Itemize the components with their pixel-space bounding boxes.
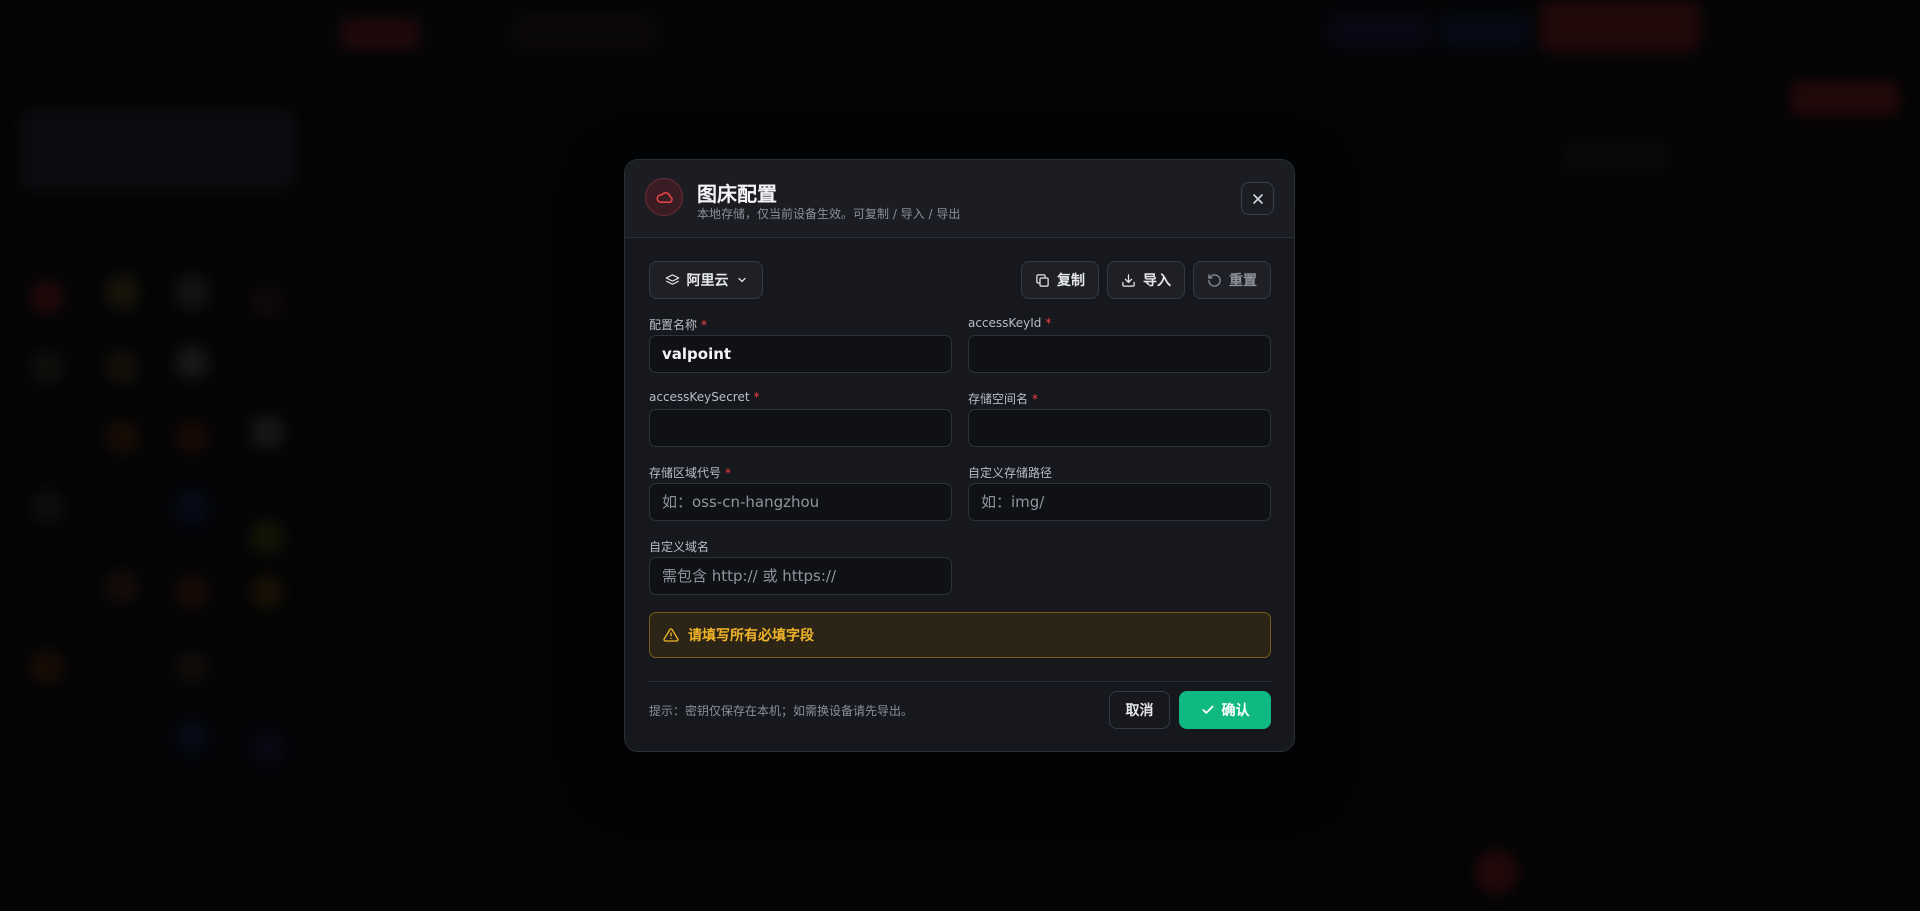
reset-button[interactable]: 重置 xyxy=(1193,261,1271,299)
bucket-name-input[interactable] xyxy=(968,409,1271,447)
layers-icon xyxy=(665,273,679,285)
image-host-config-dialog: 图床配置 本地存储，仅当前设备生效。可复制 / 导入 / 导出 阿里云 复制 导… xyxy=(624,159,1295,752)
download-icon xyxy=(1122,273,1135,287)
cancel-button[interactable]: 取消 xyxy=(1109,691,1170,729)
copy-icon xyxy=(1036,273,1049,287)
dialog-title: 图床配置 xyxy=(697,182,777,206)
field-label-config-name: 配置名称 * xyxy=(649,318,708,332)
close-icon xyxy=(1252,193,1263,204)
field-label-custom-path: 自定义存储路径 xyxy=(968,466,1053,480)
field-label-bucket-name: 存储空间名 * xyxy=(968,392,1039,406)
close-button[interactable] xyxy=(1241,182,1274,215)
cloud-icon xyxy=(645,178,683,216)
reset-label: 重置 xyxy=(1229,273,1257,289)
alert-triangle-icon xyxy=(663,628,679,642)
dialog-subtitle: 本地存储，仅当前设备生效。可复制 / 导入 / 导出 xyxy=(697,207,961,221)
import-label: 导入 xyxy=(1143,273,1171,289)
custom-path-input[interactable] xyxy=(968,483,1271,521)
cancel-label: 取消 xyxy=(1125,703,1154,719)
check-icon xyxy=(1201,705,1214,714)
provider-label: 阿里云 xyxy=(686,273,729,289)
dialog-header: 图床配置 本地存储，仅当前设备生效。可复制 / 导入 / 导出 xyxy=(625,160,1294,238)
field-label-access-key-id: accessKeyId * xyxy=(968,316,1052,330)
footer-hint: 提示：密钥仅保存在本机；如需换设备请先导出。 xyxy=(649,704,914,718)
copy-button[interactable]: 复制 xyxy=(1021,261,1099,299)
rotate-ccw-icon xyxy=(1208,273,1221,287)
access-key-id-input[interactable] xyxy=(968,335,1271,373)
config-name-input[interactable] xyxy=(649,335,952,373)
chevron-down-icon xyxy=(737,277,746,283)
warning-text: 请填写所有必填字段 xyxy=(688,628,814,644)
field-label-region: 存储区域代号 * xyxy=(649,466,732,480)
access-key-secret-input[interactable] xyxy=(649,409,952,447)
validation-warning: 请填写所有必填字段 xyxy=(649,612,1271,658)
provider-select[interactable]: 阿里云 xyxy=(649,261,763,299)
field-label-access-key-secret: accessKeySecret * xyxy=(649,390,760,404)
region-input[interactable] xyxy=(649,483,952,521)
field-label-custom-domain: 自定义域名 xyxy=(649,540,710,554)
copy-label: 复制 xyxy=(1057,273,1085,289)
confirm-button[interactable]: 确认 xyxy=(1179,691,1271,729)
custom-domain-input[interactable] xyxy=(649,557,952,595)
confirm-label: 确认 xyxy=(1221,703,1250,719)
import-button[interactable]: 导入 xyxy=(1107,261,1185,299)
footer-divider xyxy=(649,681,1271,682)
